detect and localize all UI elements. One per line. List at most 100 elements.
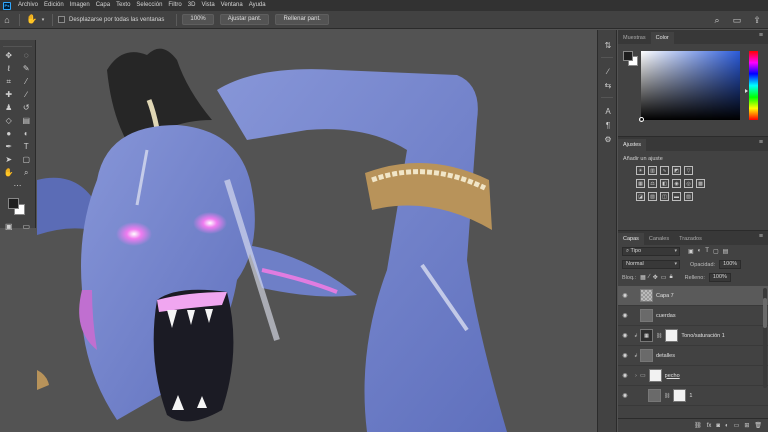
layer-name[interactable]: 1 [689,393,692,399]
hue-slider[interactable] [749,51,758,120]
channel-mixer-icon[interactable]: ◎ [684,179,693,188]
expand-chevron-icon[interactable]: › [632,373,640,379]
stamp-tool-icon[interactable]: ♟ [2,102,16,114]
add-mask-icon[interactable]: ◙ [716,423,720,429]
menu-archivo[interactable]: Archivo [15,0,41,11]
quick-mask-icon[interactable]: ▣ [2,221,16,233]
menu-imagen[interactable]: Imagen [67,0,93,11]
fit-screen-button[interactable]: Ajustar pant. [219,14,270,25]
opacity-input[interactable]: 100% [719,260,742,269]
marquee-tool-icon[interactable]: ◌ [19,50,33,62]
eye-icon[interactable]: ◉ [618,392,632,399]
chevron-down-icon[interactable]: ▾ [39,13,47,27]
layers-scrollbar[interactable] [763,288,767,388]
layer-row[interactable]: ◉ cuerdas [618,306,768,326]
menu-vista[interactable]: Vista [198,0,217,11]
zoom-100-button[interactable]: 100% [182,14,214,25]
menu-filtro[interactable]: Filtro [165,0,184,11]
hue-slider-marker[interactable] [745,89,748,93]
new-layer-icon[interactable]: ⊞ [744,422,749,429]
color-picker-field[interactable] [641,51,740,120]
eye-icon[interactable]: ◉ [618,332,632,339]
gradient-map-icon[interactable]: ▬ [672,192,681,201]
photo-filter-icon[interactable]: ◉ [672,179,681,188]
crop-tool-icon[interactable]: ⌗ [2,76,16,88]
menu-ayuda[interactable]: Ayuda [246,0,269,11]
move-tool-icon[interactable]: ✥ [2,50,16,62]
lasso-tool-icon[interactable]: ℓ [2,63,16,75]
invert-icon[interactable]: ◪ [636,192,645,201]
eye-icon[interactable]: ◉ [618,352,632,359]
foreground-color-swatch[interactable] [623,51,633,61]
hue-saturation-icon[interactable]: ▦ [636,179,645,188]
filter-adjustment-icon[interactable]: ◐ [698,248,702,255]
filter-smart-icon[interactable]: ▤ [723,248,729,255]
tab-canales[interactable]: Canales [644,233,674,245]
edit-toolbar-icon[interactable]: ⋯ [11,180,25,192]
properties-panel-icon[interactable]: ⚙ [598,132,618,146]
layer-name[interactable]: Tono/saturación 1 [681,333,724,339]
curves-icon[interactable]: ∿ [660,166,669,175]
search-icon[interactable]: ⌕ [710,13,724,27]
history-brush-icon[interactable]: ↺ [19,102,33,114]
character-panel-icon[interactable]: A [598,104,618,118]
tab-muestras[interactable]: Muestras [618,32,651,44]
eye-icon[interactable]: ◉ [618,312,632,319]
zoom-tool-icon[interactable]: ⌕ [19,167,33,179]
toolbar-grip[interactable] [3,43,32,47]
eraser-tool-icon[interactable]: ◇ [2,115,16,127]
brush-tool-icon[interactable]: ∕ [19,89,33,101]
share-icon[interactable]: ⇪ [750,13,764,27]
adjustments-icon[interactable]: ⇆ [598,78,618,92]
tab-color[interactable]: Color [650,32,674,44]
blend-mode-select[interactable]: Normal ▾ [622,260,680,269]
hand-tool-icon[interactable]: ✋ [25,13,39,27]
lock-artboard-icon[interactable]: ▭ [661,274,667,281]
exposure-icon[interactable]: ◩ [672,166,681,175]
lock-pixels-icon[interactable]: ∕ [649,274,650,281]
path-select-tool-icon[interactable]: ➤ [2,154,16,166]
history-panel-icon[interactable]: ⇅ [598,38,618,52]
gradient-tool-icon[interactable]: ▤ [19,115,33,127]
layer-row[interactable]: ◉ › ▭ pecho [618,366,768,386]
menu-texto[interactable]: Texto [113,0,133,11]
link-icon[interactable]: ⛓ [664,393,670,399]
filter-type-icon[interactable]: T [705,248,709,255]
tab-trazados[interactable]: Trazados [674,233,707,245]
dodge-tool-icon[interactable]: ◐ [19,128,33,140]
brush-settings-icon[interactable]: ∕ [598,64,618,78]
healing-tool-icon[interactable]: ✚ [2,89,16,101]
menu-edicion[interactable]: Edición [41,0,67,11]
tab-ajustes[interactable]: Ajustes [618,139,647,151]
link-layers-icon[interactable]: ⛓ [694,422,702,429]
home-icon[interactable]: ⌂ [0,13,14,27]
pen-tool-icon[interactable]: ✒ [2,141,16,153]
quick-select-tool-icon[interactable]: ✎ [19,63,33,75]
eye-icon[interactable]: ◉ [618,292,632,299]
layer-name[interactable]: pecho [665,373,680,379]
brightness-contrast-icon[interactable]: ☀ [636,166,645,175]
scrollbar-thumb[interactable] [763,298,767,328]
panel-menu-icon[interactable]: ≡ [759,139,763,146]
filter-pixel-icon[interactable]: ▣ [688,248,694,255]
hand-tool-icon[interactable]: ✋ [2,167,16,179]
shape-tool-icon[interactable]: ▢ [19,154,33,166]
link-icon[interactable]: ⛓ [656,333,662,339]
layer-filter-select[interactable]: ⌕ Tipo ▾ [622,247,680,256]
workspace-icon[interactable]: ▭ [730,13,744,27]
threshold-icon[interactable]: ◫ [660,192,669,201]
menu-seleccion[interactable]: Selección [133,0,165,11]
layer-row[interactable]: ◉ ⛓ 1 [618,386,768,406]
panel-menu-icon[interactable]: ≡ [759,32,763,39]
new-group-icon[interactable]: ▭ [734,422,740,429]
posterize-icon[interactable]: ▨ [648,192,657,201]
levels-icon[interactable]: ▥ [648,166,657,175]
eye-icon[interactable]: ◉ [618,372,632,379]
eyedropper-tool-icon[interactable]: ⁄ [19,76,33,88]
layer-name[interactable]: Capa 7 [656,293,674,299]
menu-capa[interactable]: Capa [93,0,113,11]
layer-row[interactable]: ◉ ↲ detalles [618,346,768,366]
menu-ventana[interactable]: Ventana [218,0,246,11]
selective-color-icon[interactable]: ▧ [684,192,693,201]
type-tool-icon[interactable]: T [19,141,33,153]
